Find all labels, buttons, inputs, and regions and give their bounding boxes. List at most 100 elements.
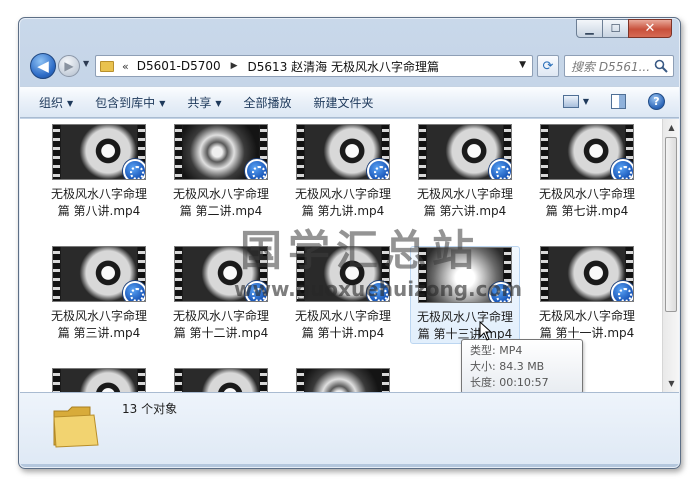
video-thumbnail <box>52 246 146 302</box>
file-item[interactable]: 无极风水八字命理篇 第二讲.mp4 <box>166 124 276 220</box>
media-player-icon <box>611 281 633 301</box>
video-thumbnail <box>52 368 146 392</box>
film-strip <box>138 369 145 392</box>
refresh-button[interactable]: ⟳ <box>537 55 559 77</box>
breadcrumb-item-parent[interactable]: D5601-D5700 <box>137 59 221 73</box>
caption-buttons: ▁ ☐ ✕ <box>576 19 672 38</box>
breadcrumb-overflow[interactable]: « <box>122 60 129 73</box>
media-player-icon <box>123 281 145 301</box>
refresh-icon: ⟳ <box>542 58 554 74</box>
file-item[interactable]: 无极风水八字命理篇 第三讲.mp4 <box>44 246 154 342</box>
file-item[interactable] <box>166 368 276 392</box>
toolbar-new-folder[interactable]: 新建文件夹 <box>314 94 374 111</box>
watermark-url: www.guoxuehuizong.com <box>234 277 523 301</box>
toolbar-play-all-label: 全部播放 <box>243 95 292 110</box>
toolbar-include-label: 包含到库中 <box>95 95 156 110</box>
film-strip <box>297 369 304 392</box>
film-strip <box>541 125 548 179</box>
tooltip-size: 大小: 84.3 MB <box>470 360 545 373</box>
chevron-down-icon[interactable]: ▼ <box>583 97 589 106</box>
file-name: 无极风水八字命理篇 第九讲.mp4 <box>294 187 391 218</box>
file-name: 无极风水八字命理篇 第六讲.mp4 <box>416 187 513 218</box>
video-thumbnail <box>174 124 268 180</box>
file-item[interactable]: 无极风水八字命理篇 第八讲.mp4 <box>44 124 154 220</box>
film-strip <box>175 125 182 179</box>
file-name: 无极风水八字命理篇 第十讲.mp4 <box>294 309 391 340</box>
toolbar-share-label: 共享 <box>187 95 212 110</box>
video-thumbnail <box>540 246 634 302</box>
media-player-icon <box>367 159 389 179</box>
tooltip-duration: 长度: 00:10:57 <box>470 376 549 389</box>
chevron-down-icon: ▼ <box>67 98 74 108</box>
video-thumbnail <box>540 124 634 180</box>
file-item[interactable]: 无极风水八字命理篇 第九讲.mp4 <box>288 124 398 220</box>
scrollbar-thumb[interactable] <box>665 137 677 312</box>
search-input[interactable]: 搜索 D5561... <box>564 55 674 77</box>
media-player-icon <box>245 159 267 179</box>
scroll-down-button[interactable]: ▼ <box>663 375 679 392</box>
file-name: 无极风水八字命理篇 第七讲.mp4 <box>538 187 635 218</box>
breadcrumb-item-current[interactable]: D5613 赵清海 无极风水八字命理篇 <box>248 58 439 75</box>
file-name: 无极风水八字命理篇 第十三讲.mp4 <box>416 310 513 341</box>
file-name: 无极风水八字命理篇 第八讲.mp4 <box>50 187 147 218</box>
film-strip <box>175 247 182 301</box>
film-strip <box>53 125 60 179</box>
folder-icon <box>100 60 114 72</box>
video-frame <box>183 369 259 392</box>
file-name: 无极风水八字命理篇 第十二讲.mp4 <box>172 309 269 340</box>
watermark-text: 国学汇总站 <box>240 226 481 275</box>
file-name: 无极风水八字命理篇 第十一讲.mp4 <box>538 309 635 340</box>
media-player-icon <box>611 159 633 179</box>
recent-pages-dropdown[interactable]: ▼ <box>83 59 89 68</box>
video-thumbnail <box>174 368 268 392</box>
film-strip <box>260 369 267 392</box>
item-count: 13 个对象 <box>122 402 178 416</box>
chevron-down-icon: ▼ <box>159 98 166 108</box>
help-button[interactable]: ? <box>648 93 665 110</box>
address-dropdown-button[interactable]: ▼ <box>519 60 526 70</box>
file-name: 无极风水八字命理篇 第二讲.mp4 <box>172 187 269 218</box>
toolbar-include-in-library[interactable]: 包含到库中 ▼ <box>95 94 165 111</box>
toolbar-organize-label: 组织 <box>39 95 64 110</box>
file-item[interactable]: 无极风水八字命理篇 第六讲.mp4 <box>410 124 520 220</box>
search-placeholder: 搜索 D5561... <box>571 59 651 74</box>
toolbar-new-folder-label: 新建文件夹 <box>313 95 374 110</box>
film-strip <box>53 369 60 392</box>
video-thumbnail <box>296 124 390 180</box>
video-thumbnail <box>418 124 512 180</box>
minimize-button[interactable]: ▁ <box>576 19 603 38</box>
toolbar-share[interactable]: 共享 ▼ <box>187 94 221 111</box>
close-button[interactable]: ✕ <box>628 19 672 38</box>
media-player-icon <box>123 159 145 179</box>
address-bar[interactable]: « D5601-D5700 ▶ D5613 赵清海 无极风水八字命理篇 ▼ <box>95 55 533 77</box>
explorer-window: ▁ ☐ ✕ ◀ ▶ ▼ « D5601-D5700 ▶ D5613 赵清海 无极… <box>18 17 681 469</box>
media-player-icon <box>489 159 511 179</box>
film-strip <box>175 369 182 392</box>
mouse-cursor-icon <box>479 321 493 341</box>
forward-button[interactable]: ▶ <box>58 55 80 77</box>
video-frame <box>61 369 137 392</box>
back-button[interactable]: ◀ <box>30 53 56 79</box>
file-item[interactable] <box>44 368 154 392</box>
file-item[interactable] <box>288 368 398 392</box>
film-strip <box>382 369 389 392</box>
command-bar: 组织 ▼ 包含到库中 ▼ 共享 ▼ 全部播放 新建文件夹 ▼ ? <box>20 86 679 118</box>
toolbar-organize[interactable]: 组织 ▼ <box>39 94 73 111</box>
search-icon[interactable] <box>654 59 668 73</box>
view-controls: ▼ ? <box>562 93 665 110</box>
file-tooltip: 类型: MP4 大小: 84.3 MB 长度: 00:10:57 <box>461 339 583 392</box>
file-item[interactable]: 无极风水八字命理篇 第十一讲.mp4 <box>532 246 642 342</box>
vertical-scrollbar[interactable]: ▲ ▼ <box>662 119 679 392</box>
toolbar-play-all[interactable]: 全部播放 <box>244 94 292 111</box>
preview-pane-button[interactable] <box>611 94 626 109</box>
video-thumbnail <box>52 124 146 180</box>
scroll-up-button[interactable]: ▲ <box>663 119 679 136</box>
maximize-button[interactable]: ☐ <box>602 19 629 38</box>
file-item[interactable]: 无极风水八字命理篇 第七讲.mp4 <box>532 124 642 220</box>
change-view-button[interactable] <box>562 95 579 108</box>
tooltip-type: 类型: MP4 <box>470 344 523 357</box>
film-strip <box>53 247 60 301</box>
folder-icon <box>53 406 99 448</box>
chevron-right-icon[interactable]: ▶ <box>231 61 238 71</box>
file-name: 无极风水八字命理篇 第三讲.mp4 <box>50 309 147 340</box>
